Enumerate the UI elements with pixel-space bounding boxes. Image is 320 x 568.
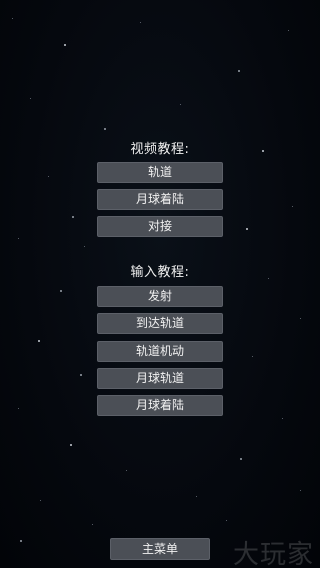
input-tutorial-lunar-orbit-button[interactable]: 月球轨道 [97, 368, 223, 389]
starfield-background [0, 0, 320, 568]
video-tutorial-moon-landing-button[interactable]: 月球着陆 [97, 189, 223, 210]
input-tutorials-heading: 输入教程: [130, 265, 190, 280]
video-tutorial-docking-button[interactable]: 对接 [97, 216, 223, 237]
input-tutorial-reach-orbit-button[interactable]: 到达轨道 [97, 313, 223, 334]
input-tutorial-moon-landing-button[interactable]: 月球着陆 [97, 395, 223, 416]
input-tutorial-orbital-maneuver-button[interactable]: 轨道机动 [97, 341, 223, 362]
input-tutorial-launch-button[interactable]: 发射 [97, 286, 223, 307]
video-tutorial-orbit-button[interactable]: 轨道 [97, 162, 223, 183]
main-menu-button[interactable]: 主菜单 [110, 538, 210, 560]
video-tutorials-heading: 视频教程: [130, 142, 190, 157]
tutorial-screen: 视频教程: 轨道 月球着陆 对接 输入教程: 发射 到达轨道 轨道机动 月球轨道… [0, 0, 320, 568]
